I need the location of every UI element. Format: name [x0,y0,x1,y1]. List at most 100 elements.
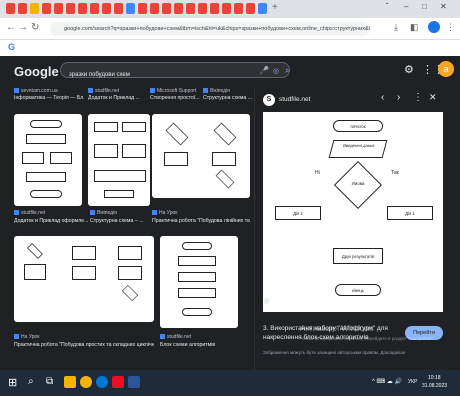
flow-shape [212,152,236,166]
app-icon[interactable] [112,376,124,388]
back-icon[interactable]: ← [6,22,16,33]
forward-icon[interactable]: → [18,22,28,33]
activation-title: Активация Windows [300,324,374,333]
explorer-icon[interactable] [64,376,76,388]
bookmarks-bar: G [0,40,460,56]
close-window-button[interactable]: ✕ [440,2,447,11]
new-tab-button[interactable]: + [272,2,278,13]
account-avatar[interactable]: а [438,61,454,77]
flow-shape [24,264,46,280]
browser-tab[interactable] [54,3,63,14]
more-icon[interactable]: ⋮ [413,92,423,103]
extensions-icon[interactable]: ◧ [410,22,419,33]
result-source[interactable]: Вікіпедія [90,210,150,216]
browser-tab[interactable] [150,3,159,14]
browser-tab[interactable] [258,3,267,14]
google-header: Google зразки побудови схем 🎤 ◎ ⌕ ⚙ ⋮⋮ а [0,56,460,86]
edge-icon[interactable] [96,376,108,388]
search-input[interactable]: зразки побудови схем [61,72,130,78]
language[interactable]: УКР [408,379,417,385]
download-icon[interactable]: ⤓ [394,22,398,33]
result-source[interactable]: studfile.net [14,210,84,216]
profile-avatar[interactable] [428,21,440,33]
result-title[interactable]: Практична робота "Побудова лінійних та р… [152,218,250,224]
flow-shape [72,266,96,280]
maximize-button[interactable]: □ [422,2,427,11]
result-title[interactable]: Структурна схема ... [203,95,253,101]
lens-search-icon[interactable]: ◉ [263,296,270,305]
result-source[interactable]: studfile.net [88,88,148,94]
browser-tab[interactable] [138,3,147,14]
browser-tab[interactable] [174,3,183,14]
browser-tab[interactable] [78,3,87,14]
task-view-icon[interactable]: ⧉ [46,376,53,387]
google-bookmark-icon[interactable]: G [8,42,15,52]
flow-shape [104,190,134,198]
flow-action-1: Дія 1 [387,206,433,220]
browser-tab[interactable] [42,3,51,14]
url-field[interactable]: google.com/search?q=зразки+побудови+схем… [50,22,370,36]
browser-tab[interactable] [210,3,219,14]
search-icon[interactable]: ⌕ [277,63,289,78]
result-thumbnail[interactable] [14,114,82,206]
flow-shape [27,243,43,259]
search-taskbar-icon[interactable]: ⌕ [28,376,34,387]
result-thumbnail[interactable] [88,114,150,206]
result-source[interactable]: Вікіпедія [203,88,253,94]
tab-search-button[interactable]: ˇ [386,2,389,11]
result-source[interactable]: Microsoft Support [150,88,205,94]
clock-date[interactable]: 31.08.2023 [422,383,447,389]
result-title[interactable]: Додаток и Приклад оформле... [14,218,88,224]
reload-icon[interactable]: ↻ [31,22,39,33]
result-source[interactable]: На Урок [14,334,94,340]
minimize-button[interactable]: – [404,2,408,11]
browser-tab[interactable] [234,3,243,14]
browser-tab[interactable] [162,3,171,14]
browser-tab[interactable] [18,3,27,14]
result-thumbnail[interactable] [152,114,250,198]
result-title[interactable]: Додаток и Приклад ... [88,95,148,101]
close-icon[interactable]: ✕ [429,92,437,103]
settings-icon[interactable]: ⚙ [404,63,414,76]
start-icon[interactable]: ⊞ [8,376,17,389]
result-title[interactable]: Структурна схема – ... [90,218,150,224]
chrome-icon[interactable] [80,376,92,388]
clock-time[interactable]: 10:18 [428,375,441,381]
result-thumbnail[interactable] [14,236,154,322]
flow-shape [164,152,188,166]
flow-shape [26,172,66,182]
flow-shape [94,144,118,158]
browser-tab[interactable] [222,3,231,14]
flow-shape [22,152,44,164]
result-title[interactable]: Блок схеми алгоритмів [160,342,250,348]
result-source[interactable]: sevntam.com.ua [14,88,74,94]
browser-tab[interactable] [114,3,123,14]
browser-tab[interactable] [30,3,39,14]
menu-icon[interactable]: ⋮ [446,22,455,33]
result-title[interactable]: Практична робота "Побудова простих та ск… [14,342,154,348]
result-source[interactable]: На Урок [152,210,247,216]
tray-icons[interactable]: ^ ⌨ ☁ 🔊 [372,378,402,385]
word-icon[interactable] [128,376,140,388]
result-thumbnail[interactable] [160,236,238,328]
result-title[interactable]: Створення простої... [150,95,205,101]
next-icon[interactable]: › [397,92,400,103]
result-source[interactable]: studfile.net [160,334,240,340]
browser-tab[interactable] [90,3,99,14]
flow-cond-label: Умова [351,181,365,186]
browser-tab[interactable] [126,3,135,14]
browser-tab[interactable] [66,3,75,14]
browser-tab[interactable] [186,3,195,14]
google-logo[interactable]: Google [14,64,59,79]
browser-tab[interactable] [6,3,15,14]
search-box[interactable]: зразки побудови схем 🎤 ◎ ⌕ [60,62,290,78]
preview-image[interactable]: початок Введення даних Умова Ні Так Дія … [263,112,443,312]
result-title[interactable]: Інформатика — Теорія — Бл... [14,95,84,101]
panel-source[interactable]: studfile.net [279,96,310,103]
prev-icon[interactable]: ‹ [381,92,384,103]
flow-shape [72,246,96,260]
browser-tab[interactable] [246,3,255,14]
browser-tab[interactable] [102,3,111,14]
flow-shape [213,122,237,146]
browser-tab[interactable] [198,3,207,14]
